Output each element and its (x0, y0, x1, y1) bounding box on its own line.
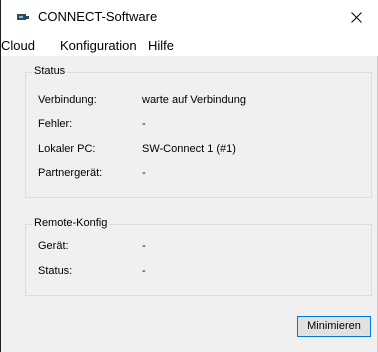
menu-konfiguration[interactable]: Konfiguration (60, 38, 137, 53)
device-icon (17, 14, 29, 20)
title-bar[interactable]: CONNECT-Software (1, 0, 378, 34)
partnergeraet-value: - (142, 167, 146, 179)
remote-status-label: Status: (38, 265, 73, 277)
geraet-label: Gerät: (38, 240, 69, 252)
geraet-value: - (142, 240, 146, 252)
app-window: CONNECT-Software Cloud Konfiguration Hil… (0, 0, 378, 352)
menu-bar: Cloud Konfiguration Hilfe (1, 34, 378, 56)
fehler-value: - (142, 118, 146, 130)
remote-status-value: - (142, 265, 146, 277)
menu-hilfe[interactable]: Hilfe (148, 38, 174, 53)
status-group-legend: Status (32, 65, 68, 77)
lokaler-pc-label: Lokaler PC: (38, 143, 96, 155)
partnergeraet-label: Partnergerät: (38, 167, 103, 179)
status-group: Status Verbindung: warte auf Verbindung … (25, 65, 372, 198)
minimize-button[interactable]: Minimieren (297, 316, 371, 337)
remote-konfig-legend: Remote-Konfig (32, 217, 110, 229)
lokaler-pc-value: SW-Connect 1 (#1) (142, 143, 236, 155)
verbindung-value: warte auf Verbindung (142, 94, 246, 106)
menu-cloud[interactable]: Cloud (1, 38, 35, 53)
verbindung-label: Verbindung: (38, 94, 97, 106)
remote-konfig-group: Remote-Konfig Gerät: - Status: - (25, 217, 372, 296)
window-title: CONNECT-Software (38, 9, 158, 24)
fehler-label: Fehler: (38, 118, 73, 130)
close-icon (350, 11, 362, 23)
close-button[interactable] (334, 0, 378, 34)
